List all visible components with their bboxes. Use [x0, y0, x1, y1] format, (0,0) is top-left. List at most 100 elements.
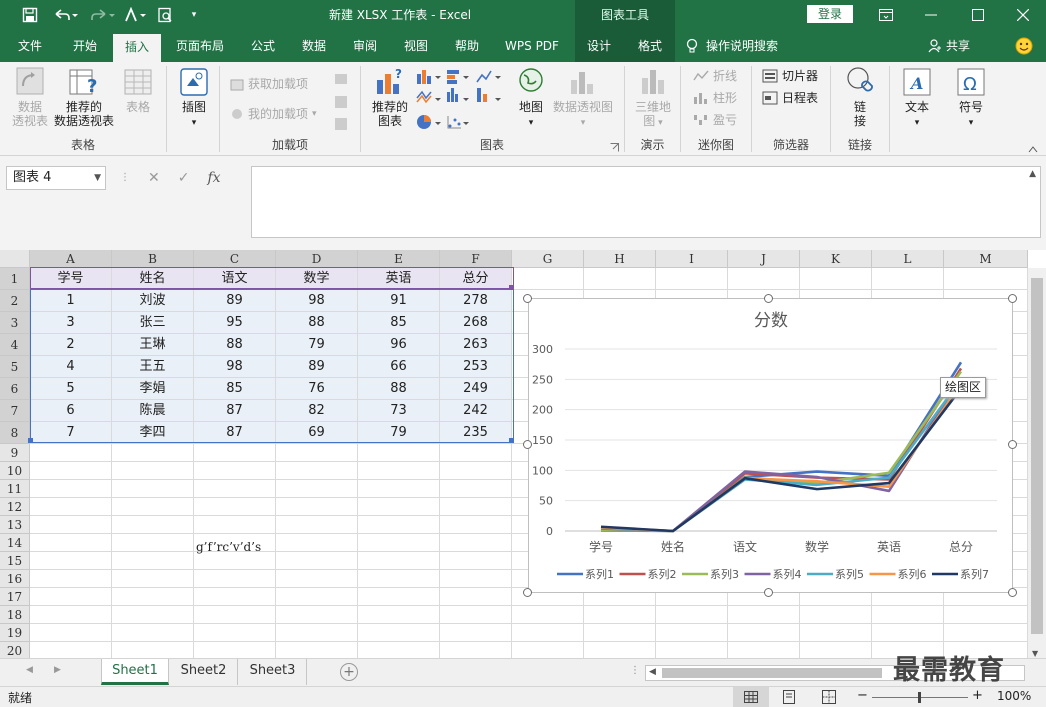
select-all-corner[interactable] [0, 250, 30, 268]
cell[interactable] [358, 552, 440, 570]
range-resize-handle[interactable] [509, 438, 514, 443]
cell[interactable] [358, 642, 440, 658]
cell[interactable]: 85 [358, 312, 440, 334]
cancel-icon[interactable]: ✕ [148, 170, 160, 186]
cell[interactable]: 王琳 [112, 334, 194, 356]
cell[interactable] [194, 498, 276, 516]
chart-handle-bl[interactable] [523, 588, 532, 597]
row-header-8[interactable]: 8 [0, 422, 30, 444]
enter-icon[interactable]: ✓ [178, 170, 190, 186]
cell[interactable]: 82 [276, 400, 358, 422]
cell[interactable]: 73 [358, 400, 440, 422]
cell[interactable]: 总分 [440, 268, 512, 290]
chart-plot-svg[interactable]: 分数 0 50 100 150 200 250 300 学号 姓名 语文 数学 英语 总分系列1 系列2 系列… [529, 299, 1014, 594]
cell[interactable]: 249 [440, 378, 512, 400]
cell[interactable]: 姓名 [112, 268, 194, 290]
recommended-charts-button[interactable]: ? 推荐的 图表 [367, 66, 413, 128]
timeline-button[interactable]: 日程表 [762, 88, 818, 108]
cell[interactable]: 95 [194, 312, 276, 334]
cell[interactable] [112, 498, 194, 516]
chart-handle-b[interactable] [764, 588, 773, 597]
cell[interactable]: 学号 [30, 268, 112, 290]
cell[interactable] [358, 624, 440, 642]
row-header-2[interactable]: 2 [0, 290, 30, 312]
cell[interactable] [30, 642, 112, 658]
cell[interactable] [276, 588, 358, 606]
cell[interactable]: 王五 [112, 356, 194, 378]
column-header-f[interactable]: F [440, 250, 512, 268]
illustrations-button[interactable]: 插图 ▾ [175, 66, 213, 130]
cell[interactable] [112, 480, 194, 498]
cell[interactable]: 89 [194, 290, 276, 312]
scroll-left-icon[interactable]: ◀ [649, 667, 656, 677]
symbol-button[interactable]: Ω 符号 ▾ [950, 66, 992, 130]
cell[interactable] [194, 516, 276, 534]
cell[interactable] [194, 480, 276, 498]
column-header-g[interactable]: G [512, 250, 584, 268]
range-resize-handle[interactable] [28, 438, 33, 443]
cell[interactable] [276, 462, 358, 480]
sheet-tab-sheet3[interactable]: Sheet3 [239, 659, 307, 685]
chart-handle-l[interactable] [523, 440, 532, 449]
page-layout-view-icon[interactable] [782, 690, 796, 707]
cell[interactable]: 6 [30, 400, 112, 422]
cell[interactable] [194, 588, 276, 606]
row-header-7[interactable]: 7 [0, 400, 30, 422]
maps-button[interactable]: 地图 ▾ [511, 66, 551, 130]
cell[interactable] [358, 498, 440, 516]
column-header-k[interactable]: K [800, 250, 872, 268]
cell[interactable] [440, 570, 512, 588]
cell[interactable] [112, 642, 194, 658]
tab-home[interactable]: 开始 [64, 30, 106, 62]
row-header-10[interactable]: 10 [0, 462, 30, 480]
cell[interactable] [656, 624, 728, 642]
cell[interactable] [728, 606, 800, 624]
cell[interactable] [194, 624, 276, 642]
column-header-i[interactable]: I [656, 250, 728, 268]
cell[interactable]: 235 [440, 422, 512, 444]
tab-data[interactable]: 数据 [293, 30, 335, 62]
row-header-4[interactable]: 4 [0, 334, 30, 356]
cell[interactable] [440, 534, 512, 552]
cell[interactable] [30, 462, 112, 480]
login-button[interactable]: 登录 [807, 5, 853, 23]
worksheet-grid[interactable]: ABCDEFGHIJKLM 1 2 3 4 5 6 7 8 9 10 11 12 13 14 15 16 17 1… [0, 250, 1046, 658]
tab-formulas[interactable]: 公式 [242, 30, 284, 62]
cell[interactable] [112, 624, 194, 642]
cell[interactable] [358, 462, 440, 480]
sheet-next-icon[interactable]: ▶ [54, 665, 61, 675]
row-header-3[interactable]: 3 [0, 312, 30, 334]
cell[interactable] [512, 642, 584, 658]
cell[interactable] [584, 606, 656, 624]
cell[interactable] [872, 624, 944, 642]
cell[interactable] [112, 462, 194, 480]
cell[interactable] [194, 444, 276, 462]
smiley-icon[interactable] [1012, 30, 1036, 62]
cell[interactable]: 278 [440, 290, 512, 312]
cell[interactable] [194, 606, 276, 624]
sheet-prev-icon[interactable]: ◀ [26, 665, 33, 675]
cell[interactable] [440, 498, 512, 516]
cell[interactable]: 7 [30, 422, 112, 444]
row-header-16[interactable]: 16 [0, 570, 30, 588]
cell[interactable]: 79 [276, 334, 358, 356]
tab-insert[interactable]: 插入 [113, 34, 161, 62]
collapse-formula-icon[interactable]: ▲ [1029, 169, 1036, 179]
cell[interactable] [30, 588, 112, 606]
page-break-view-icon[interactable] [822, 690, 836, 707]
cell[interactable]: 张三 [112, 312, 194, 334]
dialog-launcher-icon[interactable] [610, 143, 619, 152]
cell[interactable] [358, 480, 440, 498]
row-header-20[interactable]: 20 [0, 642, 30, 658]
slicer-button[interactable]: 切片器 [762, 66, 818, 86]
cell[interactable] [512, 624, 584, 642]
column-header-d[interactable]: D [276, 250, 358, 268]
cell[interactable] [358, 570, 440, 588]
row-header-6[interactable]: 6 [0, 378, 30, 400]
cell[interactable] [440, 624, 512, 642]
zoom-in-button[interactable]: + [972, 688, 983, 703]
font-color-icon[interactable] [120, 0, 150, 30]
row-header-15[interactable]: 15 [0, 552, 30, 570]
row-header-14[interactable]: 14 [0, 534, 30, 552]
cell[interactable] [30, 570, 112, 588]
